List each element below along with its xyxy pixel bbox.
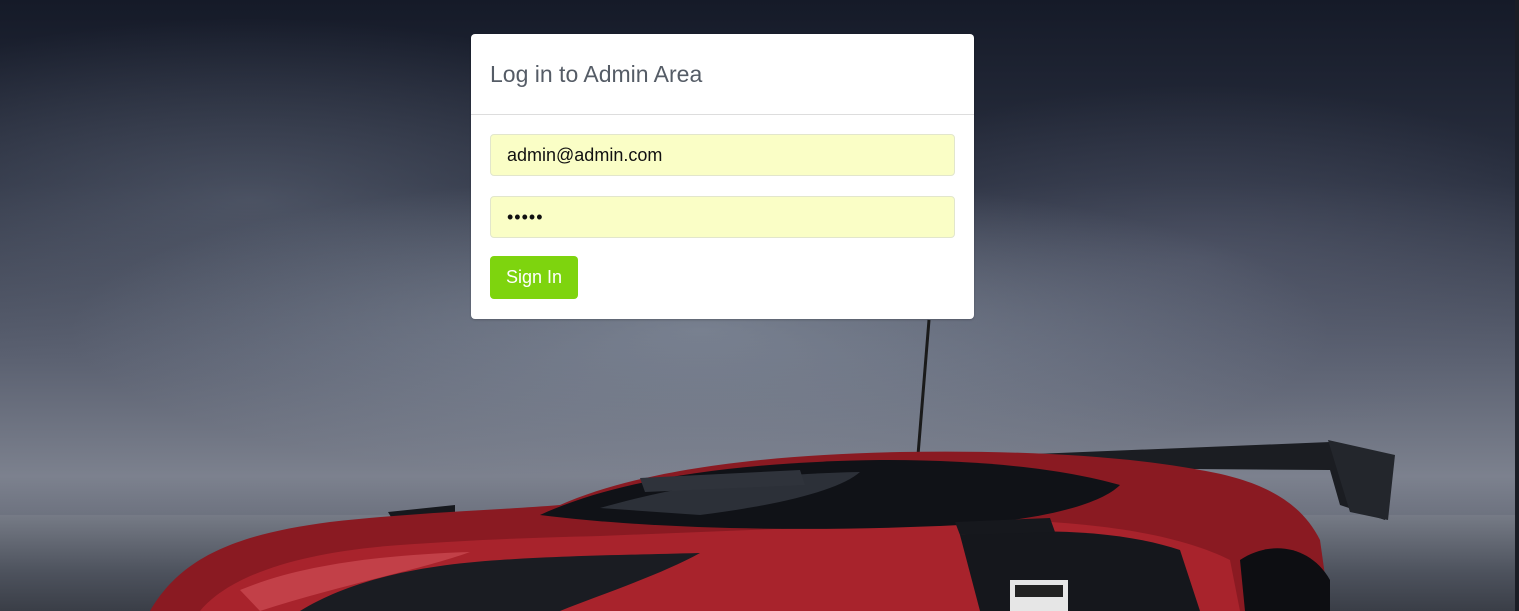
sign-in-button[interactable]: Sign In bbox=[490, 256, 579, 299]
login-panel: Log in to Admin Area Sign In bbox=[471, 34, 974, 319]
password-field[interactable] bbox=[490, 196, 955, 238]
login-panel-heading: Log in to Admin Area bbox=[471, 34, 974, 115]
login-title: Log in to Admin Area bbox=[490, 61, 703, 87]
scrollbar[interactable] bbox=[1515, 0, 1519, 611]
email-field[interactable] bbox=[490, 134, 955, 176]
login-form: Sign In bbox=[471, 115, 974, 299]
